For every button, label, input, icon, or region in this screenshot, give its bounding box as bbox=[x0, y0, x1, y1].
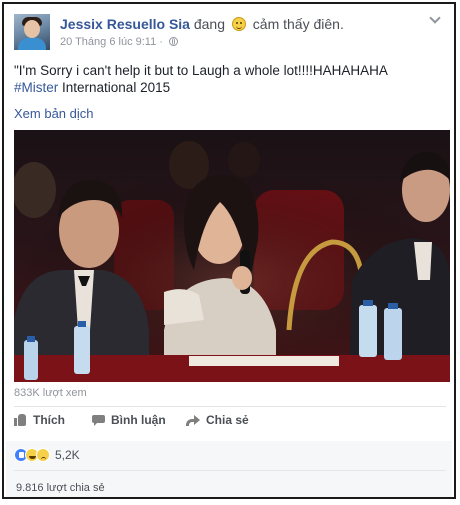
comment-label: Bình luận bbox=[111, 413, 166, 427]
like-label: Thích bbox=[33, 413, 65, 427]
feeling-text: cảm thấy điên. bbox=[252, 16, 344, 32]
share-label: Chia sẻ bbox=[206, 413, 249, 427]
share-count[interactable]: 9.816 lượt chia sẻ bbox=[16, 482, 105, 494]
post-text-line2: #Mister International 2015 bbox=[14, 79, 444, 96]
post-meta: 20 Tháng 6 lúc 9:11 · bbox=[60, 36, 179, 48]
view-count: 833K lượt xem bbox=[14, 387, 87, 399]
grin-face-icon bbox=[231, 17, 246, 31]
post-text-tail: International 2015 bbox=[58, 80, 171, 95]
post-text-line1: "I'm Sorry i can't help it but to Laugh … bbox=[14, 63, 388, 78]
see-translation-link[interactable]: Xem bản dịch bbox=[14, 106, 94, 121]
chevron-down-icon[interactable] bbox=[430, 14, 440, 24]
author-avatar[interactable] bbox=[14, 14, 50, 50]
divider bbox=[14, 470, 446, 471]
globe-icon[interactable] bbox=[169, 37, 179, 46]
comment-button[interactable]: Bình luận bbox=[92, 413, 166, 427]
share-icon bbox=[186, 414, 200, 426]
post-text: "I'm Sorry i can't help it but to Laugh … bbox=[14, 62, 444, 96]
like-button[interactable]: Thích bbox=[14, 413, 65, 427]
post-timestamp[interactable]: 20 Tháng 6 lúc 9:11 · bbox=[60, 36, 163, 48]
post-footer: 5,2K 9.816 lượt chia sẻ bbox=[6, 441, 452, 497]
post-header: Jessix Resuello Sia đang cảm thấy điên. … bbox=[14, 10, 446, 54]
author-name[interactable]: Jessix Resuello Sia bbox=[60, 16, 190, 32]
video-player[interactable] bbox=[14, 130, 450, 382]
feeling-prefix: đang bbox=[193, 16, 226, 32]
reaction-count: 5,2K bbox=[55, 448, 80, 462]
reactions-summary[interactable]: 5,2K bbox=[14, 447, 80, 463]
share-button[interactable]: Chia sẻ bbox=[186, 413, 249, 427]
hashtag-link[interactable]: #Mister bbox=[14, 80, 58, 95]
video-frame bbox=[14, 130, 450, 382]
comment-icon bbox=[92, 414, 105, 426]
facebook-post-card: Jessix Resuello Sia đang cảm thấy điên. … bbox=[2, 2, 456, 499]
author-line: Jessix Resuello Sia đang cảm thấy điên. bbox=[60, 16, 344, 32]
thumbs-up-icon bbox=[14, 414, 27, 426]
divider bbox=[14, 406, 446, 407]
sad-reaction-icon bbox=[36, 448, 50, 462]
